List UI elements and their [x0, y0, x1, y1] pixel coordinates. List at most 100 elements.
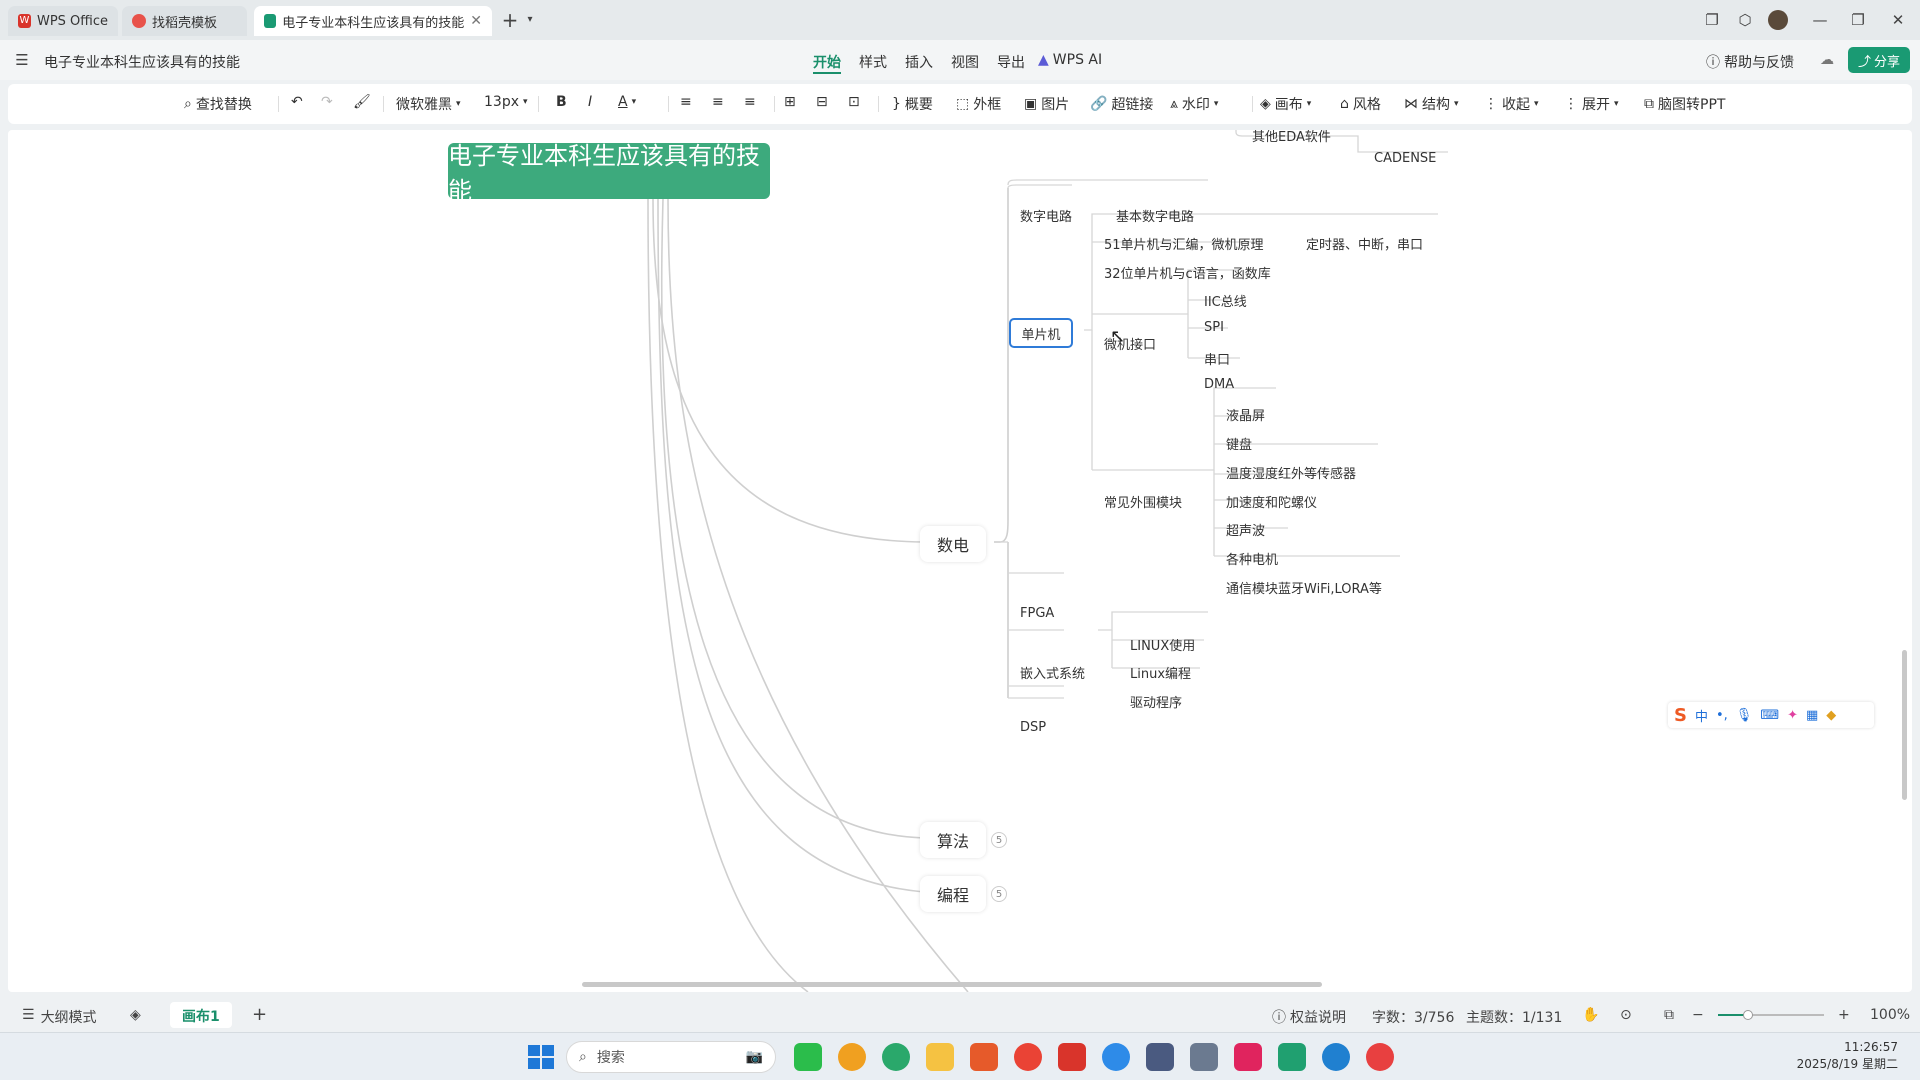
bold-icon[interactable]: B: [556, 94, 567, 110]
wps-taskbar-icon[interactable]: [1058, 1043, 1086, 1071]
matlab-icon[interactable]: [970, 1043, 998, 1071]
topic-linux-use[interactable]: LINUX使用: [1130, 635, 1195, 654]
watermark-button[interactable]: ⩓ 水印 ▾: [1170, 94, 1218, 114]
topic-keyboard[interactable]: 键盘: [1226, 434, 1252, 453]
topic-shudian[interactable]: 数电: [920, 526, 986, 562]
tab-document[interactable]: 电子专业本科生应该具有的技能 ✕: [254, 6, 492, 36]
summary-button[interactable]: } 概要: [892, 94, 933, 114]
topic-mcu-51[interactable]: 51单片机与汇编，微机原理: [1104, 234, 1264, 253]
collapsed-count-badge[interactable]: 5: [991, 832, 1007, 848]
topic-comm[interactable]: 通信模块蓝牙WiFi,LORA等: [1226, 578, 1382, 597]
topic-driver[interactable]: 驱动程序: [1130, 692, 1182, 711]
collapsed-count-badge[interactable]: 5: [991, 886, 1007, 902]
vertical-scrollbar[interactable]: [1902, 650, 1907, 800]
window-layout-icon[interactable]: ❐: [1700, 8, 1724, 32]
rights-info[interactable]: ⓘ 权益说明: [1272, 1007, 1346, 1027]
align-right-icon[interactable]: ≡: [744, 94, 756, 110]
topic-lcd[interactable]: 液晶屏: [1226, 405, 1265, 424]
menu-view[interactable]: 视图: [951, 52, 979, 72]
zoom-in-icon[interactable]: +: [1838, 1007, 1850, 1023]
layers-icon[interactable]: ◈: [130, 1007, 141, 1023]
collapse-button[interactable]: ⋮ 收起 ▾: [1484, 94, 1539, 114]
tab-templates[interactable]: 找稻壳模板: [122, 6, 247, 36]
font-size-select[interactable]: 13px ▾: [484, 94, 528, 110]
canvas-button[interactable]: ◈ 画布 ▾: [1260, 94, 1311, 114]
to-ppt-button[interactable]: ⧉ 脑图转PPT: [1644, 94, 1725, 114]
remote-desktop-icon[interactable]: [1278, 1043, 1306, 1071]
undo-icon[interactable]: ↶: [291, 94, 303, 110]
topic-mcu-selected[interactable]: 单片机: [1009, 318, 1073, 348]
clock[interactable]: 11:26:57 2025/8/19 星期二: [1797, 1039, 1898, 1073]
topic-fpga[interactable]: FPGA: [1020, 606, 1054, 621]
topic-mcu-32[interactable]: 32位单片机与c语言，函数库: [1104, 263, 1271, 282]
topic-iic[interactable]: IIC总线: [1204, 291, 1247, 310]
edge-icon[interactable]: [882, 1043, 910, 1071]
windows-start-icon[interactable]: [526, 1043, 554, 1071]
add-child-topic-icon[interactable]: ⊞: [784, 94, 796, 110]
align-left-icon[interactable]: ≡: [680, 94, 692, 110]
hand-tool-icon[interactable]: ✋: [1582, 1007, 1599, 1023]
structure-button[interactable]: ⋈ 结构 ▾: [1404, 94, 1459, 114]
topic-other-eda[interactable]: 其他EDA软件: [1252, 130, 1331, 145]
zoom-out-icon[interactable]: −: [1692, 1007, 1704, 1023]
topic-spi[interactable]: SPI: [1204, 320, 1224, 335]
help-feedback-button[interactable]: ⓘ 帮助与反馈: [1706, 52, 1794, 72]
fit-window-icon[interactable]: ⧉: [1664, 1007, 1674, 1023]
tab-wps-office[interactable]: W WPS Office: [8, 6, 118, 36]
calculator-icon[interactable]: [1190, 1043, 1218, 1071]
menu-insert[interactable]: 插入: [905, 52, 933, 72]
mindmap-canvas[interactable]: 电子专业本科生应该具有的技能 其他EDA软件 CADENSE 数字电路 基本数字…: [8, 130, 1912, 992]
topic-embedded[interactable]: 嵌入式系统: [1020, 663, 1085, 682]
expand-button[interactable]: ⋮ 展开 ▾: [1564, 94, 1619, 114]
topic-motors[interactable]: 各种电机: [1226, 549, 1278, 568]
italic-icon[interactable]: I: [588, 94, 592, 110]
outer-frame-button[interactable]: ⬚ 外框: [956, 94, 1001, 114]
style-button[interactable]: ⌂ 风格: [1340, 94, 1381, 114]
menu-export[interactable]: 导出: [997, 52, 1025, 72]
record-icon[interactable]: [1366, 1043, 1394, 1071]
add-sibling-topic-icon[interactable]: ⊟: [816, 94, 828, 110]
file-explorer-icon[interactable]: [926, 1043, 954, 1071]
cloud-app-icon[interactable]: [1322, 1043, 1350, 1071]
taskbar-search[interactable]: ⌕ 搜索 📷: [566, 1041, 776, 1073]
add-canvas-icon[interactable]: +: [252, 1004, 267, 1025]
search-app-icon[interactable]: [838, 1043, 866, 1071]
add-parent-topic-icon[interactable]: ⊡: [848, 94, 860, 110]
zoom-slider[interactable]: [1718, 1010, 1824, 1020]
restore-icon[interactable]: ❐: [1846, 8, 1870, 32]
avatar[interactable]: [1766, 8, 1790, 32]
locate-icon[interactable]: ⊙: [1620, 1007, 1632, 1023]
root-topic[interactable]: 电子专业本科生应该具有的技能: [448, 142, 770, 205]
menu-style[interactable]: 样式: [859, 52, 887, 72]
canvas-tab[interactable]: 画布1: [170, 1002, 232, 1028]
topic-timers[interactable]: 定时器、中断，串口: [1306, 234, 1423, 253]
hyperlink-button[interactable]: 🔗 超链接: [1090, 94, 1153, 114]
wechat-icon[interactable]: [794, 1043, 822, 1071]
topic-digital-circuit[interactable]: 数字电路: [1020, 206, 1072, 225]
topic-peripherals[interactable]: 常见外围模块: [1104, 492, 1182, 511]
share-button[interactable]: ⤴ 分享: [1848, 47, 1910, 73]
topic-basic-digital[interactable]: 基本数字电路: [1116, 206, 1194, 225]
dots-app-icon[interactable]: [1234, 1043, 1262, 1071]
topic-dsp[interactable]: DSP: [1020, 720, 1046, 735]
monitor-app-icon[interactable]: [1146, 1043, 1174, 1071]
menu-wps-ai[interactable]: ▲ WPS AI: [1038, 52, 1102, 68]
align-center-icon[interactable]: ≡: [712, 94, 724, 110]
image-button[interactable]: ▣ 图片: [1024, 94, 1069, 114]
horizontal-scrollbar[interactable]: [582, 982, 1322, 987]
chrome-icon[interactable]: [1014, 1043, 1042, 1071]
topic-biancheng[interactable]: 编程: [920, 876, 986, 912]
topic-cadense[interactable]: CADENSE: [1374, 151, 1436, 166]
find-replace-button[interactable]: ⌕ 查找替换: [184, 94, 252, 114]
topic-suanfa[interactable]: 算法: [920, 822, 986, 858]
topic-ultrasonic[interactable]: 超声波: [1226, 520, 1265, 539]
topic-dma[interactable]: DMA: [1204, 377, 1234, 392]
close-window-icon[interactable]: ✕: [1886, 8, 1910, 32]
chevron-down-icon[interactable]: ▾: [518, 8, 542, 32]
minimize-icon[interactable]: —: [1808, 8, 1832, 32]
topic-serial[interactable]: 串口: [1204, 349, 1230, 368]
qq-icon[interactable]: [1102, 1043, 1130, 1071]
cube-icon[interactable]: ⬡: [1733, 8, 1757, 32]
topic-linux-prog[interactable]: Linux编程: [1130, 663, 1191, 682]
menu-start[interactable]: 开始: [813, 52, 841, 72]
